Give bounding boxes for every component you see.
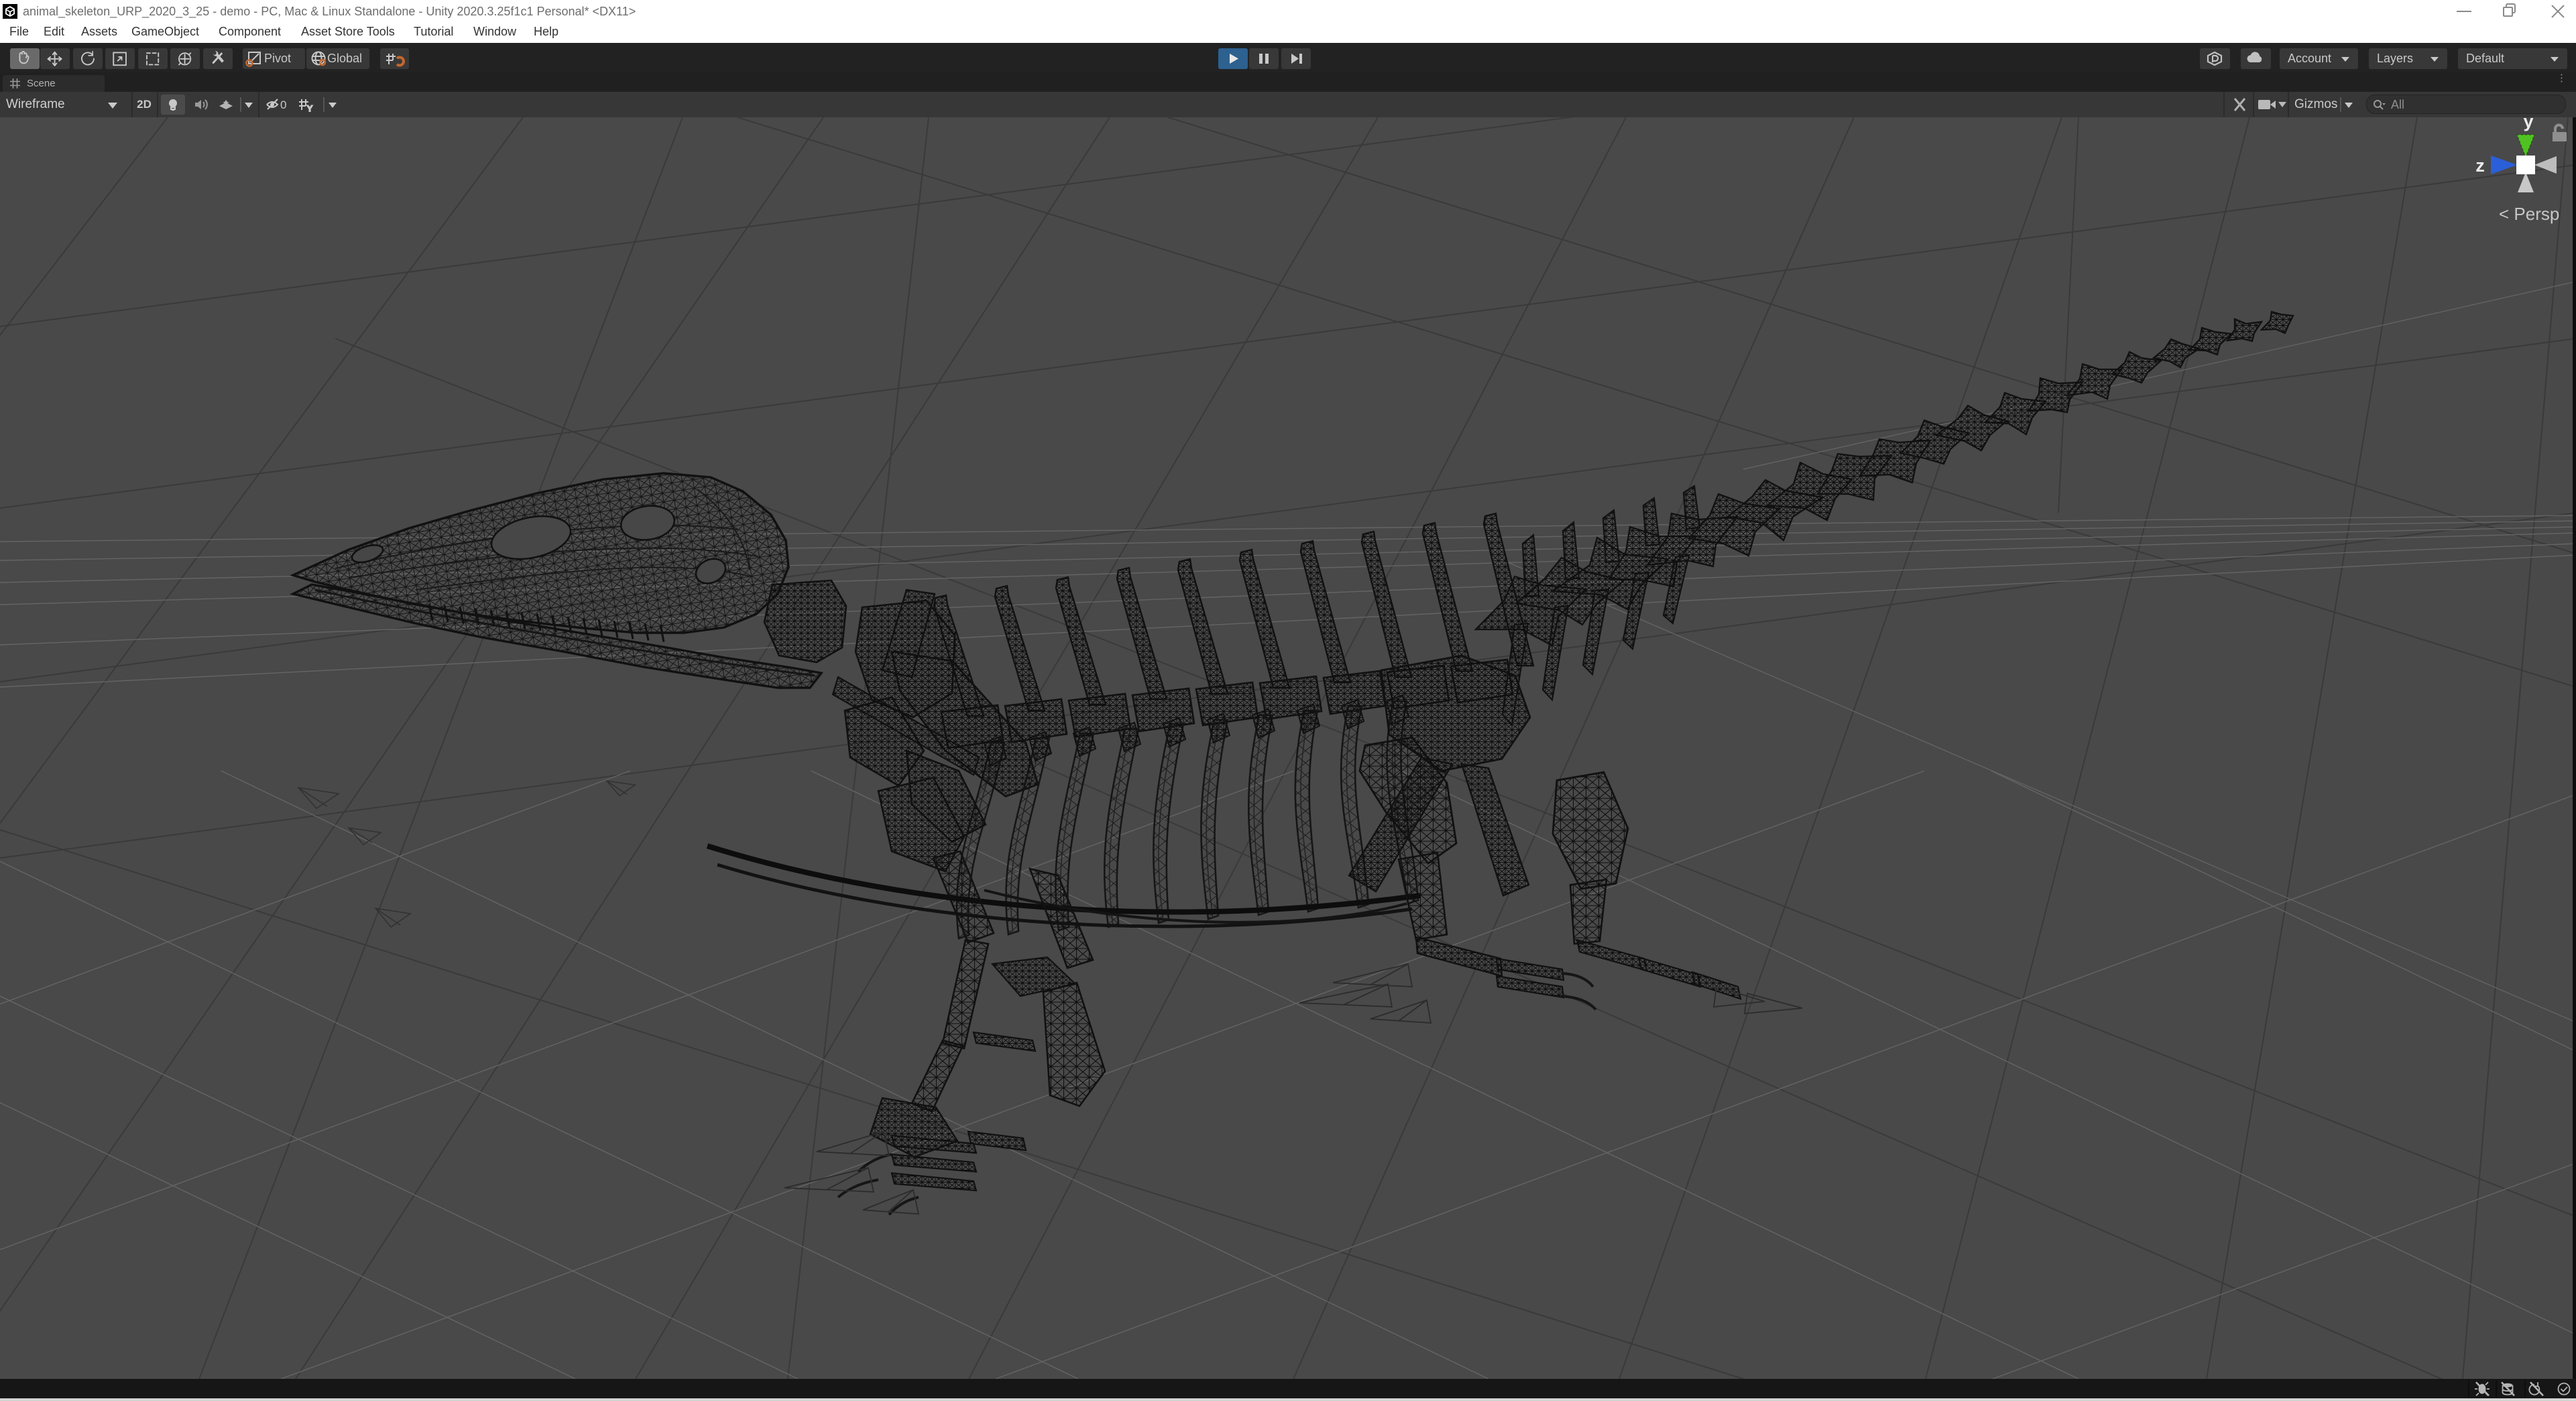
svg-text:y: y [2523,117,2533,131]
svg-text:Y: Y [307,104,312,113]
svg-text:Pivot: Pivot [264,52,291,65]
svg-text:z: z [2475,156,2485,176]
svg-text:0: 0 [280,99,286,111]
svg-text:Global: Global [327,52,362,65]
svg-text:Default: Default [2466,52,2504,65]
svg-text:Layers: Layers [2377,52,2413,65]
svg-text:Account: Account [2288,52,2331,65]
svg-text:< Persp: < Persp [2499,204,2559,224]
